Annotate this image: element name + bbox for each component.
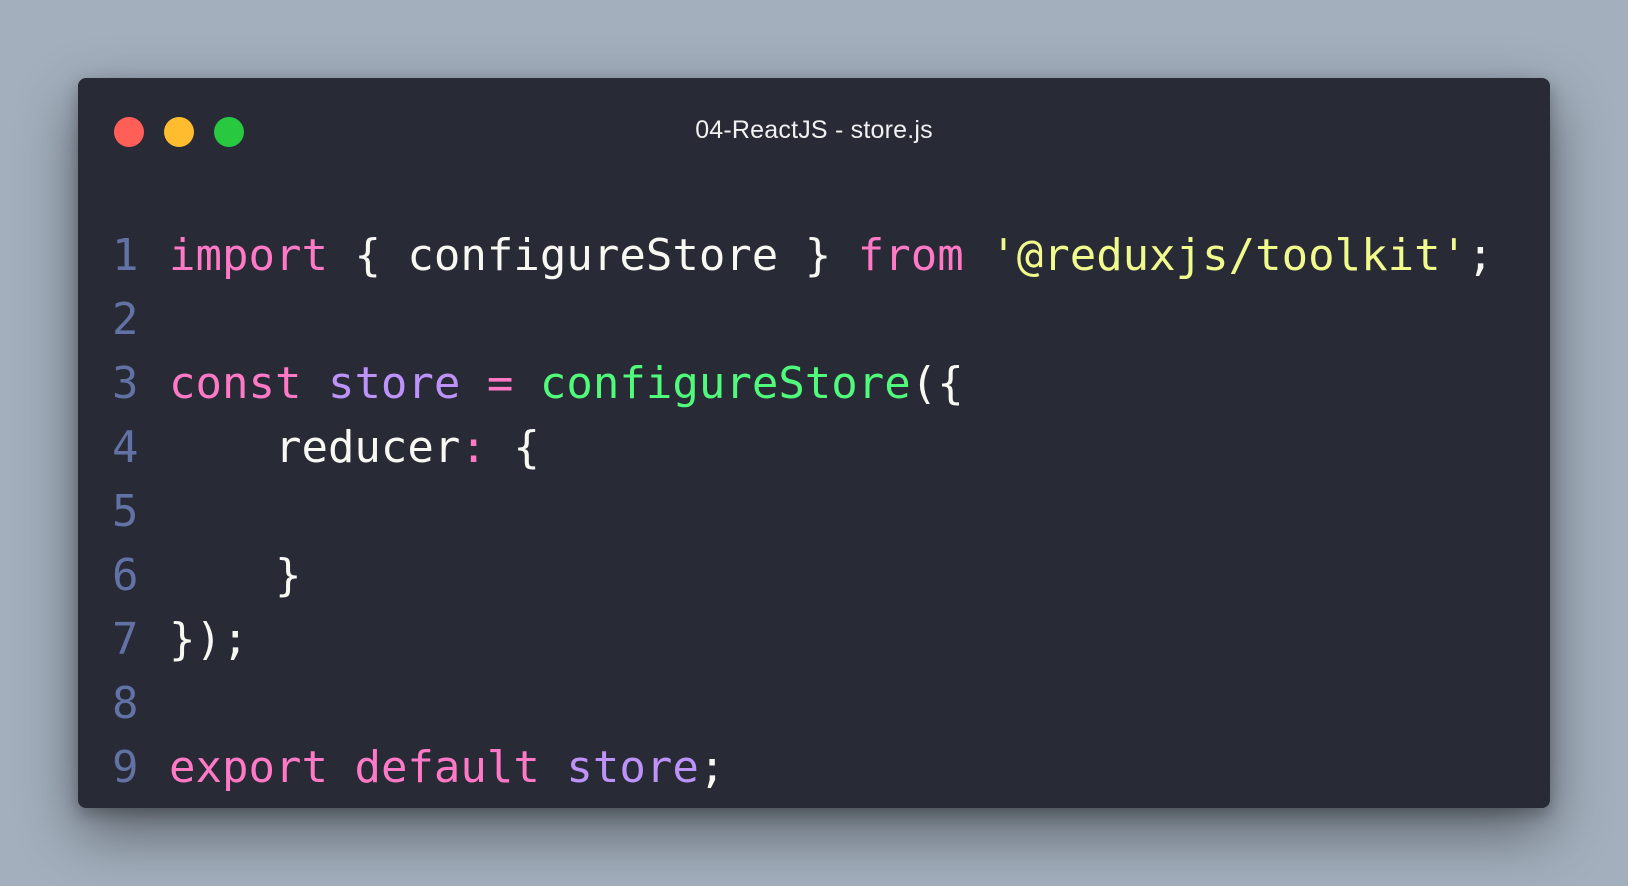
code-line: 8 (78, 671, 1550, 737)
line-number: 2 (112, 294, 139, 345)
line-source: }); (169, 607, 248, 673)
code-token: from (857, 230, 964, 281)
code-token: : (460, 422, 487, 473)
code-token: store (327, 358, 461, 409)
line-number: 3 (112, 358, 139, 409)
title-bar: 04-ReactJS - store.js (78, 78, 1550, 182)
line-number: 7 (112, 614, 139, 665)
code-token: import (169, 230, 328, 281)
code-token: configureStore (539, 358, 911, 409)
code-token: reducer (169, 422, 461, 473)
code-line: 3 const store = configureStore({ (78, 351, 1550, 417)
line-number: 6 (112, 550, 139, 601)
code-line: 6 } (78, 543, 1550, 609)
code-window: 04-ReactJS - store.js 1 import { configur… (78, 78, 1550, 808)
code-token: } (169, 550, 302, 601)
code-token: ; (698, 742, 726, 793)
window-title: 04-ReactJS - store.js (695, 116, 933, 144)
line-source: reducer: { (169, 415, 540, 481)
line-number: 5 (112, 486, 139, 537)
code-token: store (566, 742, 699, 793)
code-token: { configureStore } (327, 230, 858, 281)
line-number: 1 (112, 230, 139, 281)
code-token: { (486, 422, 540, 473)
code-token: }); (169, 614, 249, 665)
code-line: 5 (78, 479, 1550, 545)
code-line: 7}); (78, 607, 1550, 673)
line-source: } (169, 543, 302, 609)
line-source: export default store; (169, 735, 725, 801)
line-number: 4 (112, 422, 139, 473)
line-number: 9 (112, 742, 139, 793)
line-number: 8 (112, 678, 139, 729)
code-token: ({ (910, 358, 964, 409)
code-token: '@reduxjs/toolkit' (990, 230, 1468, 281)
code-token: export (169, 742, 328, 793)
line-source: import { configureStore } from '@reduxjs… (169, 223, 1494, 289)
code-token: = (486, 358, 514, 409)
code-token: ; (1467, 230, 1494, 281)
code-token: default (354, 742, 540, 793)
code-line: 9 export default store; (78, 735, 1550, 801)
line-source: const store = configureStore({ (169, 351, 964, 417)
code-line: 4 reducer: { (78, 415, 1550, 481)
code-line: 2 (78, 287, 1550, 353)
code-token: const (169, 358, 302, 409)
code-line: 1 import { configureStore } from '@reduxj… (78, 223, 1550, 289)
